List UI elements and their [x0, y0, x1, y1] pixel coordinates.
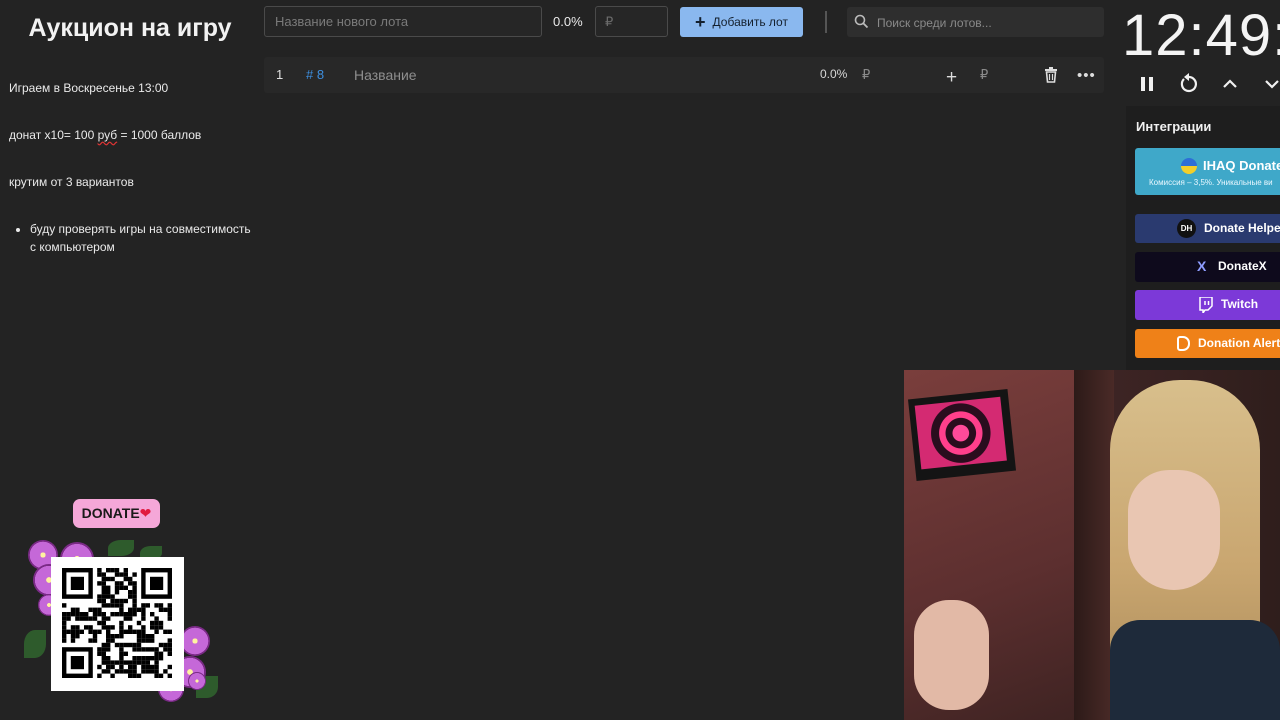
toolbar-divider — [825, 11, 827, 33]
note-bullet-item: буду проверять игры на совместимость с к… — [30, 220, 253, 256]
donate-badge[interactable]: DONATE❤ — [73, 499, 160, 528]
webcam-person-face — [1128, 470, 1220, 590]
new-lot-price-input[interactable] — [595, 6, 668, 37]
more-options-icon[interactable]: ••• — [1077, 67, 1096, 84]
ihaq-logo-icon — [1181, 158, 1197, 174]
webcam-person-hand — [914, 600, 989, 710]
integration-subtitle: Комиссия – 3,5%. Уникальные ви — [1149, 178, 1273, 187]
lot-index: 1 — [276, 67, 284, 82]
webcam-tv-frame — [907, 388, 1017, 482]
donatex-logo-icon: X — [1197, 258, 1207, 274]
search-input[interactable] — [875, 7, 1099, 39]
new-lot-percent: 0.0% — [553, 14, 583, 29]
lot-row: 1 # 8 Название 0.0% ₽ + ₽ ••• — [264, 57, 1104, 93]
integration-label: Twitch — [1221, 297, 1259, 311]
note-variants: крутим от 3 вариантов — [9, 175, 134, 189]
lot-percent: 0.0% — [820, 67, 848, 81]
donate-qr-code[interactable] — [51, 557, 184, 691]
heart-icon: ❤ — [139, 505, 152, 521]
note-bullet-list: буду проверять игры на совместимость с к… — [18, 220, 253, 256]
integration-label: Donate Helper — [1204, 221, 1280, 235]
lot-search[interactable] — [847, 7, 1104, 39]
donate-label: DONATE — [81, 505, 140, 521]
integrations-panel: Интеграции IHAQ Donate Комиссия – 3,5%. … — [1126, 106, 1280, 381]
webcam-heart-screen — [914, 396, 1007, 470]
webcam-person-shirt — [1110, 620, 1280, 720]
restart-icon[interactable] — [1178, 73, 1200, 100]
note-donate-rate: донат х10= 100 руб = 1000 баллов — [9, 128, 201, 142]
integration-label: Donation Alerts — [1198, 336, 1280, 350]
integration-donation-alerts[interactable]: Donation Alerts — [1135, 329, 1280, 358]
add-lot-button[interactable]: + Добавить лот — [680, 7, 803, 37]
chevron-up-icon[interactable] — [1222, 73, 1238, 100]
integration-twitch[interactable]: Twitch — [1135, 290, 1280, 320]
note-donate-rate-c: = 1000 баллов — [117, 128, 202, 142]
page-title: Аукцион на игру — [28, 14, 232, 42]
lot-amount-currency[interactable]: ₽ — [862, 67, 870, 83]
integration-label: DonateX — [1218, 259, 1267, 273]
integration-ihaq-donate[interactable]: IHAQ Donate Комиссия – 3,5%. Уникальные … — [1135, 148, 1280, 195]
lot-id: # 8 — [306, 67, 325, 82]
integration-donate-helper[interactable]: DH Donate Helper — [1135, 214, 1280, 243]
flower-decoration — [188, 672, 206, 690]
donate-helper-logo-icon: DH — [1177, 219, 1196, 238]
note-schedule: Играем в Воскресенье 13:00 — [9, 81, 169, 95]
trash-icon[interactable] — [1044, 67, 1058, 86]
lot-name-input[interactable]: Название — [354, 67, 417, 83]
lot-add-amount-button[interactable]: + — [946, 67, 957, 89]
integration-label: IHAQ Donate — [1203, 158, 1280, 173]
webcam-door-frame — [1074, 370, 1114, 720]
pause-icon[interactable] — [1139, 73, 1155, 100]
auction-timer: 12:49:8 — [1122, 3, 1280, 68]
search-icon — [854, 14, 869, 34]
webcam-overlay — [904, 370, 1280, 720]
flower-decoration — [180, 626, 210, 656]
donation-alerts-icon — [1177, 336, 1190, 351]
leaf-decoration — [24, 630, 46, 658]
integrations-title: Интеграции — [1136, 119, 1212, 134]
lot-add-amount-input[interactable]: ₽ — [980, 67, 988, 83]
leaf-decoration — [108, 540, 134, 556]
note-donate-rate-a: донат х10= 100 — [9, 128, 98, 142]
note-donate-rate-b: руб — [97, 128, 118, 142]
twitch-icon — [1199, 296, 1213, 316]
new-lot-name-input[interactable] — [264, 6, 542, 37]
chevron-down-icon[interactable] — [1264, 73, 1280, 100]
plus-icon: + — [695, 12, 706, 32]
add-lot-button-label: Добавить лот — [712, 15, 788, 29]
qr-code-image — [62, 568, 172, 678]
integration-donatex[interactable]: X DonateX — [1135, 252, 1280, 282]
